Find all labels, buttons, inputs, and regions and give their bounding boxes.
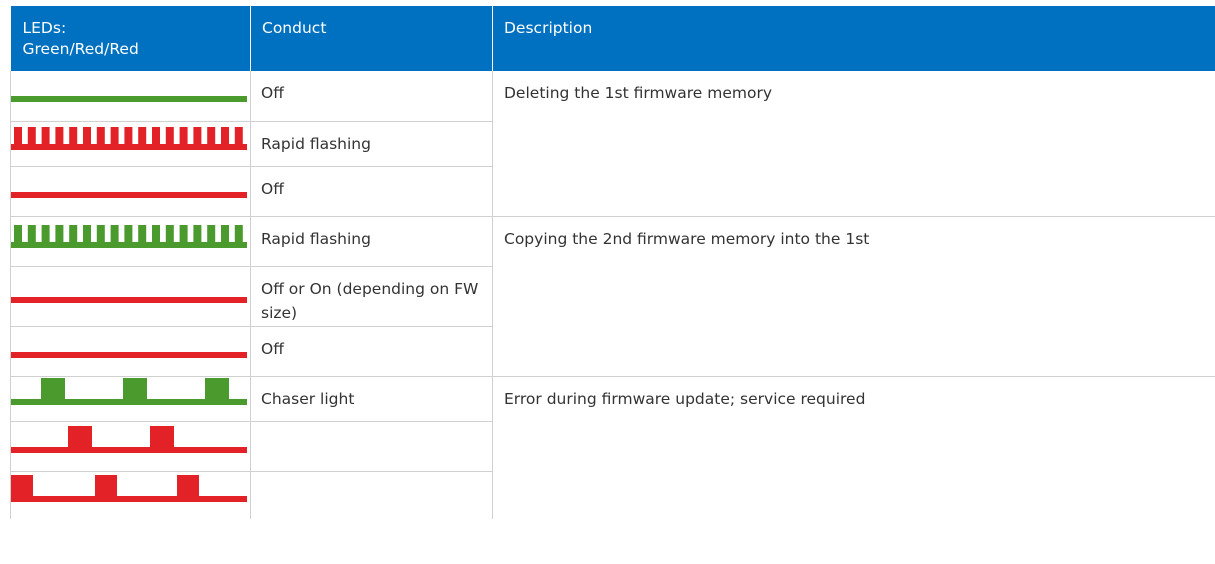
conduct-cell <box>250 470 493 519</box>
red-led-rapid-icon <box>11 126 247 150</box>
led-pattern-cell <box>10 420 251 471</box>
led-pattern-cell <box>10 325 251 376</box>
description-text: Error during firmware update; service re… <box>504 389 866 408</box>
green-led-chaser-1-icon <box>11 377 247 405</box>
table-row: Off Deleting the 1st firmware memory <box>10 71 1215 216</box>
led-pattern-cell <box>10 470 251 519</box>
table-row: Chaser light Error during firmware update… <box>10 375 1215 519</box>
red-led-chaser-2-icon <box>11 425 247 453</box>
red-led-line-icon <box>11 296 247 303</box>
conduct-text: Rapid flashing <box>261 134 371 153</box>
led-pattern-cell <box>10 375 251 421</box>
led-pattern-cell <box>10 120 251 166</box>
green-led-rapid-icon <box>11 224 247 248</box>
conduct-cell: Off <box>250 71 493 121</box>
table-body: Off Deleting the 1st firmware memory Rapid… <box>10 71 1215 519</box>
conduct-text: Off or On (depending on FW size) <box>261 279 479 322</box>
conduct-text: Rapid flashing <box>261 229 371 248</box>
conduct-cell: Chaser light <box>250 375 493 421</box>
description-text: Copying the 2nd firmware memory into the… <box>504 229 870 248</box>
led-pattern-cell <box>10 215 251 266</box>
table-row: Rapid flashing Copying the 2nd firmware m… <box>10 215 1215 376</box>
led-pattern-cell <box>10 265 251 326</box>
conduct-cell <box>250 420 493 471</box>
description-cell: Copying the 2nd firmware memory into the… <box>492 215 1215 376</box>
red-led-line-icon <box>11 191 247 198</box>
conduct-text: Off <box>261 339 284 358</box>
conduct-cell: Rapid flashing <box>250 120 493 166</box>
conduct-cell: Off or On (depending on FW size) <box>250 265 493 326</box>
description-text: Deleting the 1st firmware memory <box>504 84 772 102</box>
description-cell: Deleting the 1st firmware memory <box>492 71 1215 216</box>
led-pattern-cell <box>10 165 251 216</box>
conduct-text: Chaser light <box>261 389 355 408</box>
header-leds-label: LEDs: Green/Red/Red <box>22 19 139 58</box>
conduct-cell: Off <box>250 325 493 376</box>
header-leds: LEDs: Green/Red/Red <box>10 6 251 71</box>
header-description-label: Description <box>504 19 593 37</box>
description-cell: Error during firmware update; service re… <box>492 375 1215 519</box>
red-led-chaser-3-icon <box>11 474 247 502</box>
header-conduct-label: Conduct <box>262 19 327 37</box>
conduct-cell: Rapid flashing <box>250 215 493 266</box>
led-status-table: LEDs: Green/Red/Red Conduct Description … <box>10 6 1215 519</box>
conduct-cell: Off <box>250 165 493 216</box>
led-pattern-cell <box>10 71 251 121</box>
green-led-line-icon <box>11 96 247 102</box>
red-led-line-icon <box>11 351 247 358</box>
conduct-text: Off <box>261 84 284 102</box>
conduct-text: Off <box>261 179 284 198</box>
table-header-row: LEDs: Green/Red/Red Conduct Description <box>10 6 1215 71</box>
header-conduct: Conduct <box>250 6 493 71</box>
header-description: Description <box>492 6 1215 71</box>
